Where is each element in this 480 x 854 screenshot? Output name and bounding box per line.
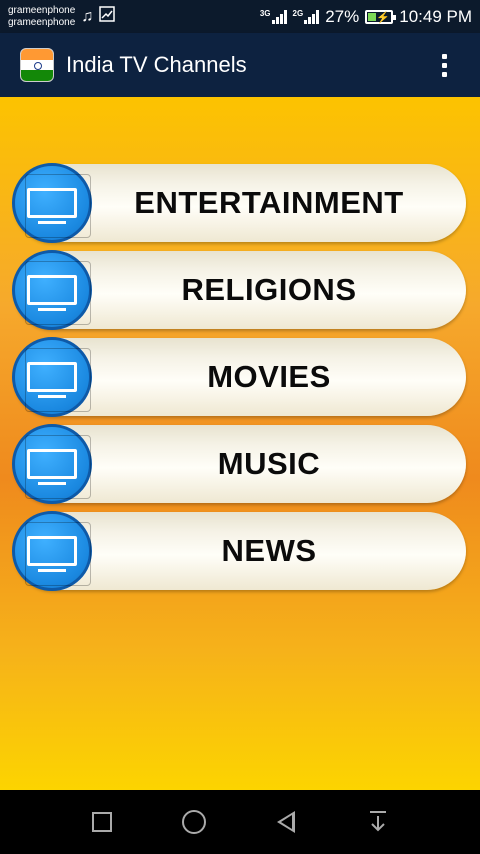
- category-label: MOVIES: [207, 359, 331, 394]
- carrier-names: grameenphone grameenphone: [8, 5, 75, 29]
- signal-sim2: 2G: [292, 8, 320, 24]
- carrier-2: grameenphone: [8, 16, 76, 28]
- carrier-1: grameenphone: [8, 4, 76, 16]
- battery-icon: ⚡: [365, 9, 397, 24]
- tv-icon: [12, 511, 92, 591]
- category-label: ENTERTAINMENT: [134, 185, 404, 220]
- signal-sim1: 3G: [259, 8, 287, 24]
- category-music-button[interactable]: MUSIC: [12, 424, 466, 504]
- back-button[interactable]: [270, 806, 302, 838]
- image-icon: [99, 6, 116, 27]
- category-list: ENTERTAINMENT RELIGIONS MOVIES MUSIC NEW…: [0, 97, 480, 790]
- overflow-menu-icon[interactable]: [420, 41, 468, 89]
- tv-icon: [12, 250, 92, 330]
- circle-icon: [182, 810, 206, 834]
- system-nav-bar: [0, 790, 480, 854]
- tv-icon: [12, 424, 92, 504]
- notification-pulldown-button[interactable]: [362, 806, 394, 838]
- category-label: RELIGIONS: [181, 272, 357, 307]
- battery-percent: 27%: [325, 6, 360, 26]
- category-entertainment-button[interactable]: ENTERTAINMENT: [12, 163, 466, 243]
- category-news-button[interactable]: NEWS: [12, 511, 466, 591]
- network-type-1: 3G: [259, 8, 271, 18]
- music-note-icon: ♫: [81, 7, 94, 25]
- signal-strength-icon: [271, 9, 287, 24]
- network-type-2: 2G: [292, 8, 304, 18]
- status-bar: grameenphone grameenphone ♫ 3G 2G 27% ⚡ …: [0, 0, 480, 33]
- tv-icon: [12, 163, 92, 243]
- category-label: MUSIC: [217, 446, 321, 481]
- category-movies-button[interactable]: MOVIES: [12, 337, 466, 417]
- home-button[interactable]: [178, 806, 210, 838]
- triangle-back-icon: [277, 811, 295, 833]
- tv-icon: [12, 337, 92, 417]
- app-logo-icon: [20, 48, 54, 82]
- square-icon: [92, 812, 112, 832]
- app-title: India TV Channels: [66, 52, 247, 77]
- category-label: NEWS: [221, 533, 317, 568]
- app-bar: India TV Channels: [0, 33, 480, 97]
- clock: 10:49 PM: [399, 6, 472, 26]
- recents-button[interactable]: [86, 806, 118, 838]
- category-religions-button[interactable]: RELIGIONS: [12, 250, 466, 330]
- signal-strength-icon: [304, 9, 320, 24]
- pulldown-arrow-icon: [370, 811, 386, 832]
